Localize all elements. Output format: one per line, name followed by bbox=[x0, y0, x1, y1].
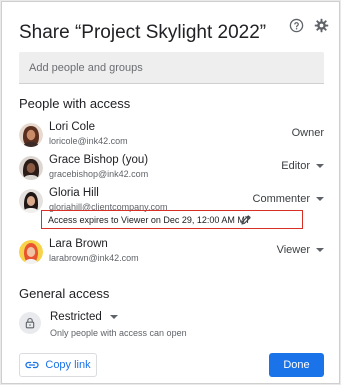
copy-link-button[interactable]: Copy link bbox=[19, 353, 97, 377]
access-expiry-note: Access expires to Viewer on Dec 29, 12:0… bbox=[41, 210, 303, 229]
person-row: Lara Brown larabrown@ink42.com Viewer bbox=[19, 238, 324, 268]
avatar bbox=[19, 189, 43, 213]
avatar bbox=[19, 156, 43, 180]
lock-icon bbox=[19, 312, 41, 334]
pencil-icon[interactable] bbox=[240, 214, 252, 226]
general-access-value: Restricted bbox=[50, 311, 102, 323]
role-dropdown-commenter[interactable]: Commenter bbox=[253, 193, 324, 205]
role-text: Owner bbox=[291, 127, 324, 139]
general-access-dropdown[interactable]: Restricted bbox=[50, 311, 118, 323]
person-row: Grace Bishop (you) gracebishop@ink42.com… bbox=[19, 154, 324, 184]
done-button[interactable]: Done bbox=[269, 353, 324, 377]
person-name: Grace Bishop (you) bbox=[49, 154, 149, 166]
role-label-owner: Owner bbox=[292, 127, 324, 139]
person-email: gracebishop@ink42.com bbox=[49, 169, 149, 179]
dialog-title: Share “Project Skylight 2022” bbox=[19, 22, 267, 43]
copy-link-label: Copy link bbox=[45, 359, 91, 371]
person-name: Gloria Hill bbox=[49, 187, 99, 199]
chevron-down-icon bbox=[109, 315, 118, 319]
chevron-down-icon bbox=[316, 248, 324, 252]
help-circle-icon[interactable] bbox=[287, 16, 305, 34]
role-dropdown-editor[interactable]: Editor bbox=[281, 160, 324, 172]
add-people-input[interactable] bbox=[19, 52, 324, 84]
avatar bbox=[19, 123, 43, 147]
person-email: larabrown@ink42.com bbox=[49, 253, 139, 263]
chevron-down-icon bbox=[316, 197, 324, 201]
role-text: Viewer bbox=[276, 244, 310, 256]
chevron-down-icon bbox=[316, 164, 324, 168]
role-text: Editor bbox=[281, 160, 310, 172]
general-access-heading: General access bbox=[19, 286, 110, 301]
person-name: Lara Brown bbox=[49, 238, 108, 250]
gear-icon[interactable] bbox=[312, 16, 330, 34]
person-name: Lori Cole bbox=[49, 121, 96, 133]
share-dialog: Share “Project Skylight 2022” People wi bbox=[1, 1, 340, 384]
role-dropdown-viewer[interactable]: Viewer bbox=[277, 244, 324, 256]
expiry-text: Access expires to Viewer on Dec 29, 12:0… bbox=[48, 214, 251, 225]
people-section-heading: People with access bbox=[19, 96, 131, 111]
person-email: loricole@ink42.com bbox=[49, 136, 128, 146]
link-icon bbox=[25, 361, 40, 369]
general-access-description: Only people with access can open bbox=[50, 328, 187, 338]
role-text: Commenter bbox=[252, 193, 310, 205]
done-label: Done bbox=[283, 359, 310, 371]
avatar bbox=[19, 240, 43, 264]
person-row: Lori Cole loricole@ink42.com Owner bbox=[19, 121, 324, 151]
